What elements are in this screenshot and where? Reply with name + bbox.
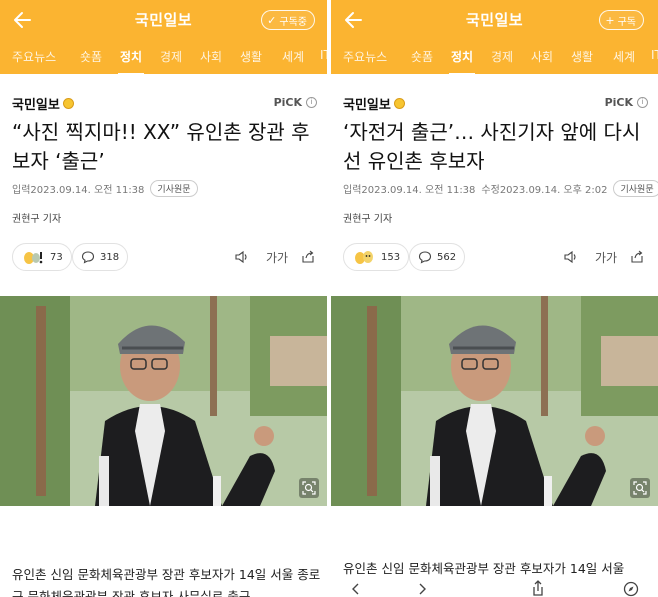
section-tabs: 주요뉴스 숏폼 정치 경제 사회 생활 세계 IT	[0, 40, 327, 75]
top-bar: 국민일보 + 구독	[331, 0, 658, 40]
subscribe-button[interactable]: ✓ 구독중	[261, 10, 315, 30]
info-icon[interactable]: i	[306, 97, 317, 108]
share-icon[interactable]	[300, 249, 316, 264]
comment-count: 562	[437, 251, 457, 263]
modified-date: 수정2023.09.14. 오후 2:02	[481, 185, 608, 196]
tab-politics[interactable]: 정치	[117, 48, 145, 75]
publisher-label: 국민일보	[343, 98, 391, 113]
article-panel-right: 국민일보 + 구독 주요뉴스 숏폼 정치 경제 사회 생활 세계 IT 국민일보…	[331, 0, 658, 597]
tab-world[interactable]: 세계	[613, 48, 635, 65]
tab-world[interactable]: 세계	[282, 48, 304, 65]
pick-badge: PiCK i	[274, 96, 317, 109]
app-header: 국민일보 ✓ 구독중 주요뉴스 숏폼 정치 경제 사회 생활 세계 IT	[0, 0, 327, 75]
back-arrow-icon[interactable]	[341, 7, 367, 33]
tab-life[interactable]: 생활	[571, 48, 593, 65]
tab-shortform[interactable]: 숏폼	[411, 48, 433, 65]
tab-society[interactable]: 사회	[531, 48, 553, 65]
original-article-button[interactable]: 기사원문	[150, 180, 198, 197]
reporter-name[interactable]: 권현구 기자	[12, 210, 61, 225]
article-photo[interactable]	[0, 296, 327, 506]
tab-life[interactable]: 생활	[240, 48, 262, 65]
cyclist-photo	[0, 296, 327, 506]
nav-forward-icon[interactable]	[417, 583, 427, 595]
pick-label: PiCK	[604, 96, 633, 109]
section-tabs: 주요뉴스 숏폼 정치 경제 사회 생활 세계 IT	[331, 40, 658, 75]
tab-politics[interactable]: 정치	[448, 48, 476, 75]
article-meta: 입력2023.09.14. 오전 11:38 수정2023.09.14. 오후 …	[343, 180, 658, 197]
article-title: “사진 찍지마!! XX” 유인촌 장관 후보자 ‘출근’	[12, 120, 310, 173]
publisher-label: 국민일보	[12, 98, 60, 113]
nav-share-icon[interactable]	[531, 580, 545, 596]
zoom-icon[interactable]	[630, 478, 650, 498]
tab-society[interactable]: 사회	[200, 48, 222, 65]
zoom-icon[interactable]	[299, 478, 319, 498]
article-title: ‘자전거 출근’… 사진기자 앞에 다시 선 유인촌 후보자	[343, 120, 641, 173]
published-date: 입력2023.09.14. 오전 11:38	[343, 185, 476, 196]
compass-icon[interactable]	[623, 581, 639, 597]
like-count: 153	[381, 251, 401, 263]
clap-reaction-button[interactable]: 73	[12, 243, 72, 271]
plus-icon: +	[605, 13, 615, 27]
tab-it[interactable]: IT	[320, 48, 327, 62]
zoom-glyph	[633, 481, 647, 495]
publisher-name[interactable]: 국민일보	[343, 94, 405, 113]
clap-reaction-button[interactable]: 153	[343, 243, 410, 271]
like-count: 73	[50, 251, 63, 263]
font-size-button[interactable]: 가가	[595, 249, 617, 266]
speaker-icon[interactable]	[234, 250, 250, 264]
check-icon: ✓	[267, 13, 277, 27]
subscribe-label: 구독중	[279, 16, 307, 28]
info-icon[interactable]: i	[637, 97, 648, 108]
bottom-nav-bar	[331, 577, 658, 597]
clap-icon	[355, 251, 373, 264]
clap-icon	[24, 252, 43, 264]
article-body: 유인촌 신임 문화체육관광부 장관 후보자가 14일 서울 종로구 문화체육관광…	[12, 567, 321, 597]
article-photo[interactable]	[331, 296, 658, 506]
comment-icon	[81, 251, 95, 264]
nav-back-icon[interactable]	[351, 583, 361, 595]
published-date: 입력2023.09.14. 오전 11:38	[12, 185, 145, 196]
comment-count: 318	[100, 251, 120, 263]
cyclist-photo	[331, 296, 658, 506]
share-icon[interactable]	[629, 249, 645, 264]
tab-economy[interactable]: 경제	[491, 48, 513, 65]
app-header: 국민일보 + 구독 주요뉴스 숏폼 정치 경제 사회 생활 세계 IT	[331, 0, 658, 75]
pick-badge: PiCK i	[605, 96, 648, 109]
reporter-name[interactable]: 권현구 기자	[343, 210, 392, 225]
subscribe-label: 구독	[617, 16, 636, 28]
font-size-button[interactable]: 가가	[266, 249, 288, 266]
tab-economy[interactable]: 경제	[160, 48, 182, 65]
tab-main-news[interactable]: 주요뉴스	[343, 48, 387, 65]
publisher-emoji-icon	[62, 98, 74, 109]
comment-icon	[418, 251, 432, 264]
publisher-emoji-icon	[393, 98, 405, 109]
publisher-name[interactable]: 국민일보	[12, 94, 74, 113]
pick-label: PiCK	[273, 96, 302, 109]
top-bar: 국민일보 ✓ 구독중	[0, 0, 327, 40]
subscribe-button[interactable]: + 구독	[599, 10, 644, 30]
article-panel-left: 국민일보 ✓ 구독중 주요뉴스 숏폼 정치 경제 사회 생활 세계 IT 국민일…	[0, 0, 327, 597]
comment-button[interactable]: 562	[409, 243, 466, 271]
zoom-glyph	[302, 481, 316, 495]
tab-it[interactable]: IT	[651, 48, 658, 62]
tab-main-news[interactable]: 주요뉴스	[12, 48, 56, 65]
back-arrow-icon[interactable]	[10, 7, 36, 33]
original-article-button[interactable]: 기사원문	[613, 180, 658, 197]
speaker-icon[interactable]	[563, 250, 579, 264]
comment-button[interactable]: 318	[72, 243, 129, 271]
tab-shortform[interactable]: 숏폼	[80, 48, 102, 65]
article-meta: 입력2023.09.14. 오전 11:38 기사원문	[12, 180, 198, 197]
